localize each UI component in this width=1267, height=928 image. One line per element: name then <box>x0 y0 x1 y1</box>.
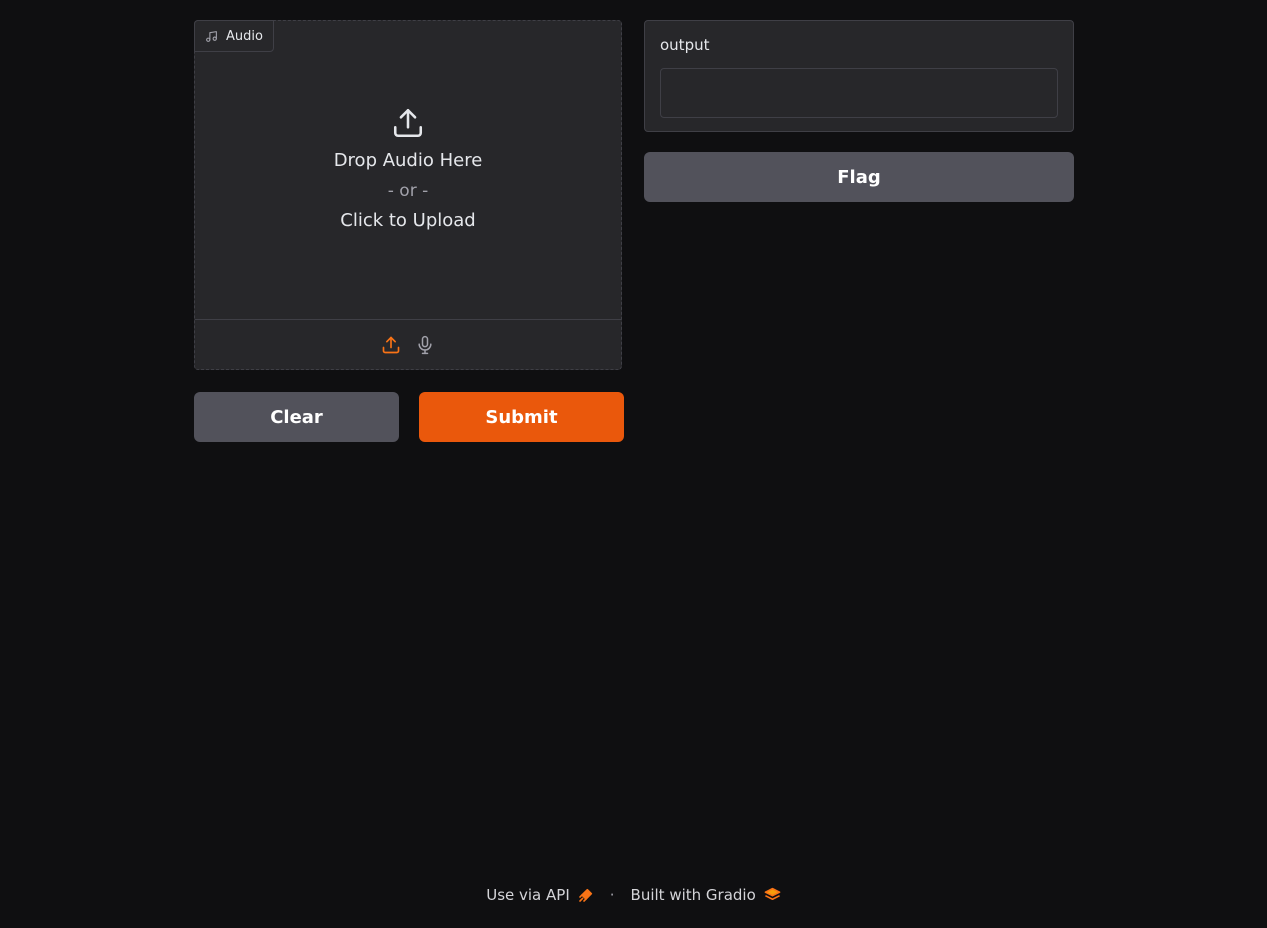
drop-audio-text: Drop Audio Here <box>333 150 483 171</box>
audio-label-text: Audio <box>226 28 263 44</box>
output-panel: output <box>644 20 1074 132</box>
rocket-icon <box>578 888 592 902</box>
audio-drop-zone[interactable]: Drop Audio Here - or - Click to Upload <box>195 21 621 321</box>
click-to-upload-text: Click to Upload <box>340 210 476 231</box>
output-label: output <box>660 36 710 54</box>
footer-separator: · <box>609 886 615 904</box>
output-textbox[interactable] <box>660 68 1058 118</box>
flag-button[interactable]: Flag <box>644 152 1074 202</box>
use-via-api-text: Use via API <box>486 886 570 904</box>
music-note-icon <box>206 30 217 42</box>
upload-source-icon <box>382 336 400 353</box>
or-separator-text: - or - <box>387 181 429 201</box>
audio-source-bar <box>195 319 621 369</box>
upload-source-button[interactable] <box>380 333 402 357</box>
microphone-source-button[interactable] <box>414 333 436 357</box>
built-with-gradio-text: Built with Gradio <box>630 886 756 904</box>
submit-button[interactable]: Submit <box>419 392 624 442</box>
audio-label: Audio <box>194 20 274 52</box>
use-via-api-link[interactable]: Use via API <box>486 886 594 904</box>
footer: Use via API · Built with Gradio <box>0 882 1267 908</box>
upload-icon <box>393 108 423 138</box>
audio-input: Drop Audio Here - or - Click to Upload A… <box>194 20 622 370</box>
microphone-icon <box>418 335 432 354</box>
gradio-logo-icon <box>764 887 781 901</box>
built-with-gradio-link[interactable]: Built with Gradio <box>631 886 781 904</box>
clear-button[interactable]: Clear <box>194 392 399 442</box>
